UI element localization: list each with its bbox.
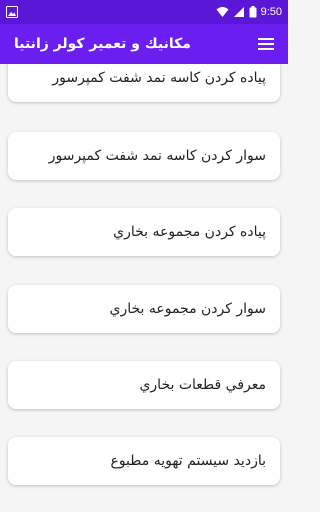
list-item[interactable]: معرفي قطعات بخاري (8, 361, 280, 409)
cell-signal-icon (233, 3, 245, 22)
wifi-icon (216, 3, 229, 22)
list-item[interactable]: پياده كردن كاسه نمد شفت كمپرسور (8, 64, 280, 102)
image-notification-icon (6, 3, 18, 22)
status-time: 9:50 (260, 6, 282, 18)
list-item-label: معرفي قطعات بخاري (139, 377, 266, 393)
list-item-label: پياده كردن مجموعه بخاري (113, 224, 266, 240)
list-item[interactable]: سوار كردن مجموعه بخاري (8, 285, 280, 333)
topic-list: پياده كردن كاسه نمد شفت كمپرسور سوار كرد… (0, 64, 288, 512)
list-item[interactable]: پياده كردن مجموعه بخاري (8, 208, 280, 256)
hamburger-menu-icon[interactable] (256, 34, 276, 54)
list-item-label: بازديد سيستم تهويه مطبوع (110, 453, 266, 469)
app-title: مكانيك و تعمير كولر زانتيا (14, 36, 191, 52)
list-item[interactable]: بازديد سيستم تهويه مطبوع (8, 437, 280, 485)
status-bar: 9:50 (0, 0, 288, 24)
list-item-label: پياده كردن كاسه نمد شفت كمپرسور (52, 70, 266, 86)
list-item[interactable]: سوار كردن كاسه نمد شفت كمپرسور (8, 132, 280, 180)
list-item-label: سوار كردن مجموعه بخاري (109, 301, 266, 317)
list-item-label: سوار كردن كاسه نمد شفت كمپرسور (48, 148, 266, 164)
battery-icon (249, 3, 257, 22)
app-bar: مكانيك و تعمير كولر زانتيا (0, 24, 288, 64)
